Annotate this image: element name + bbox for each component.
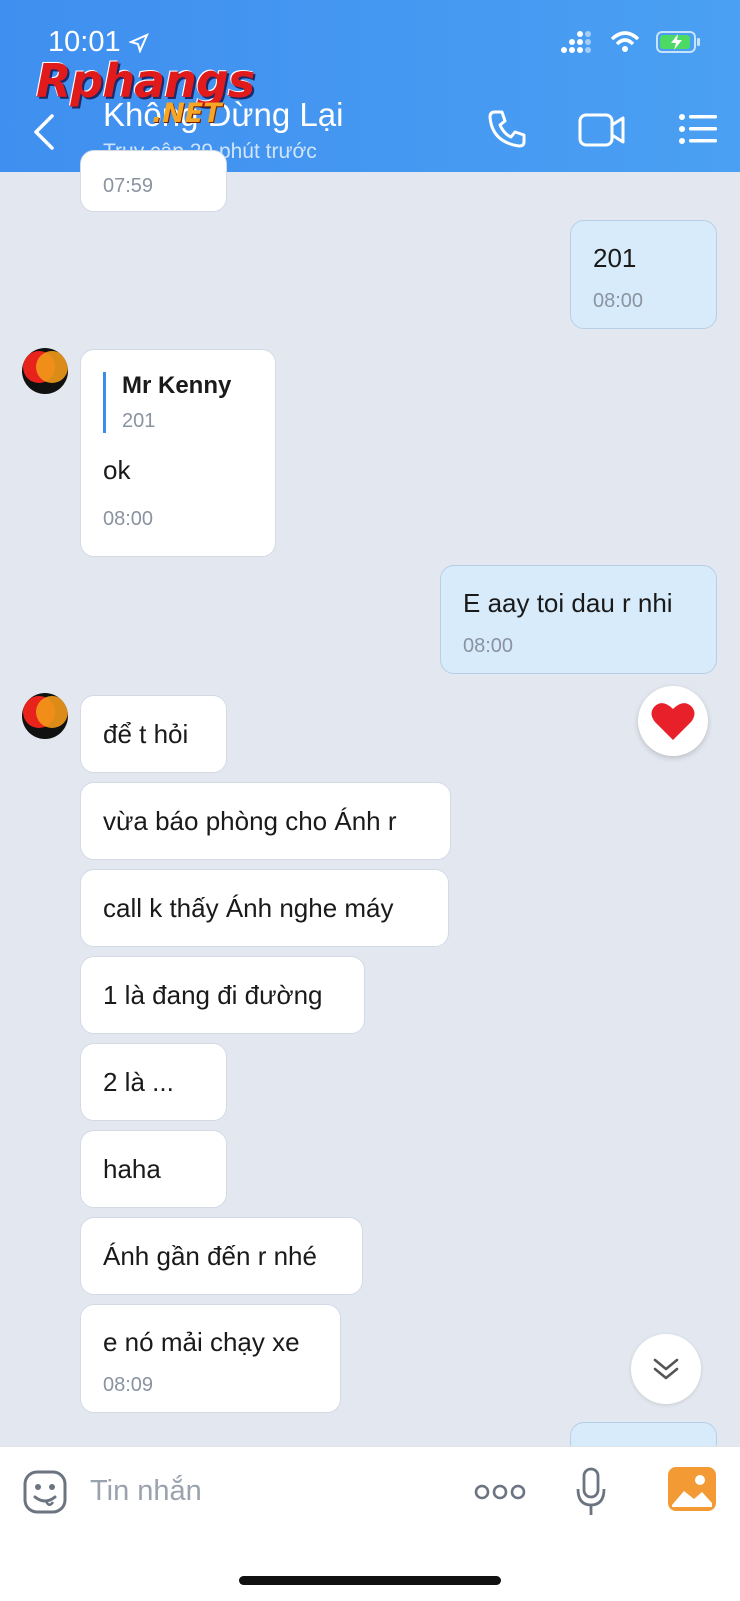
message-text: call k thấy Ánh nghe máy [103, 892, 394, 923]
more-options-icon[interactable] [474, 1483, 526, 1501]
message-text: e nó mải chạy xe [103, 1327, 300, 1357]
menu-list-icon[interactable] [678, 112, 718, 146]
message-text: 1 là đang đi đường [103, 979, 323, 1010]
heart-icon [651, 703, 695, 740]
watermark-logo: Rphangs .NET [36, 54, 255, 129]
message-bubble[interactable]: e nó mải chạy xe 08:09 [80, 1304, 341, 1413]
message-time: 08:00 [463, 635, 514, 657]
scroll-to-bottom-button[interactable] [631, 1334, 701, 1404]
message-text: vừa báo phòng cho Ánh r [103, 805, 397, 836]
location-arrow-icon [127, 33, 149, 55]
message-text: để t hỏi [103, 718, 189, 749]
message-text: Ánh gần đến r nhé [103, 1240, 317, 1271]
home-indicator [239, 1576, 501, 1585]
sticker-icon[interactable] [22, 1469, 68, 1515]
phone-call-icon[interactable] [486, 108, 528, 150]
signal-icon [561, 31, 591, 53]
message-time: 08:00 [593, 290, 644, 312]
status-icons [560, 30, 702, 54]
message-text: 201 [593, 243, 637, 273]
message-bubble[interactable]: 1 là đang đi đường [80, 956, 365, 1034]
message-bubble[interactable]: call k thấy Ánh nghe máy [80, 869, 449, 947]
my-message-bubble[interactable]: E aay toi dau r nhi 08:00 [440, 565, 717, 674]
back-icon[interactable] [28, 112, 62, 152]
message-text: 2 là ... [103, 1066, 174, 1097]
wifi-icon [610, 31, 640, 52]
message-text: ok [103, 455, 131, 485]
reply-message-bubble[interactable]: Mr Kenny 201 ok 08:00 [80, 349, 276, 557]
chat-header: 10:01 Không Dừng Lại Truy cập 29 phút tr… [0, 0, 740, 172]
my-message-bubble[interactable]: 201 08:00 [570, 220, 717, 329]
message-bubble[interactable]: 07:59 [80, 150, 227, 212]
microphone-icon[interactable] [574, 1467, 608, 1517]
message-time: 07:59 [103, 175, 154, 197]
quoted-sender: Mr Kenny [122, 372, 232, 399]
message-input[interactable]: Tin nhắn [90, 1475, 202, 1508]
message-bubble[interactable]: Ánh gần đến r nhé [80, 1217, 363, 1295]
heart-reaction-button[interactable] [638, 686, 708, 756]
quoted-message[interactable]: Mr Kenny 201 [103, 372, 253, 433]
quoted-text: 201 [122, 410, 156, 432]
message-bubble[interactable]: 2 là ... [80, 1043, 227, 1121]
message-bubble[interactable]: vừa báo phòng cho Ánh r [80, 782, 451, 860]
double-chevron-down-icon [653, 1358, 679, 1380]
video-call-icon[interactable] [578, 112, 626, 148]
message-bubble[interactable]: để t hỏi [80, 695, 227, 773]
message-bubble[interactable]: haha [80, 1130, 227, 1208]
avatar[interactable] [22, 693, 68, 739]
avatar[interactable] [22, 348, 68, 394]
battery-icon [656, 31, 700, 53]
photo-gallery-icon[interactable] [668, 1467, 716, 1511]
message-text: haha [103, 1153, 161, 1184]
message-text: E aay toi dau r nhi [463, 588, 673, 618]
message-time: 08:09 [103, 1374, 154, 1396]
message-time: 08:00 [103, 508, 154, 530]
